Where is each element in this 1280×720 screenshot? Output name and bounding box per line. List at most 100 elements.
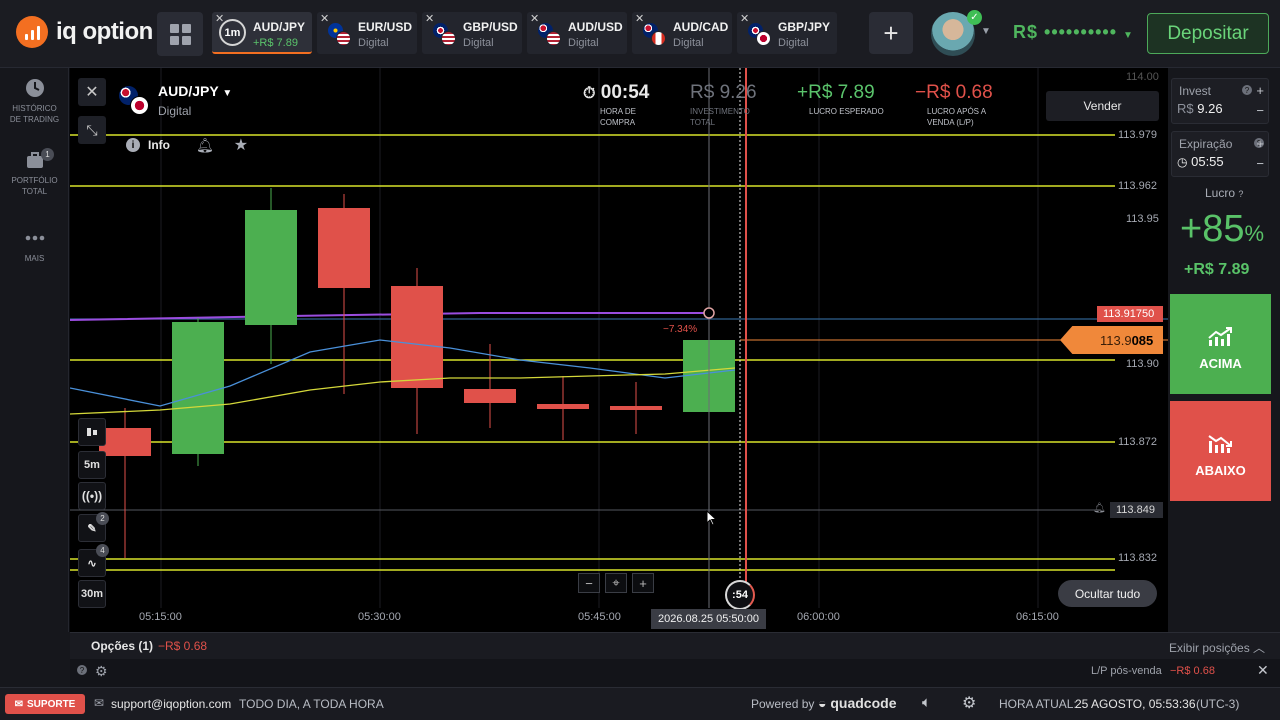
tab-gbp-usd[interactable]: ✕ GBP/USD Digital [422, 12, 522, 54]
current-time-label: HORA ATUAL: [999, 697, 1077, 711]
chevron-down-icon: ▼ [1123, 30, 1134, 41]
candle [245, 210, 297, 325]
asset-name[interactable]: AUD/JPY ▼ [158, 83, 232, 99]
powered-by-label: Powered by [751, 697, 815, 711]
hide-all-button[interactable]: Ocultar tudo [1058, 580, 1157, 607]
profit-label: Lucro ? [1205, 186, 1244, 200]
help-icon[interactable]: ? [77, 665, 87, 675]
trend-up-icon [1208, 327, 1232, 346]
star-icon[interactable]: ★ [234, 135, 248, 155]
put-button[interactable]: ABAIXO [1170, 401, 1271, 501]
signals-button[interactable]: ((•)) [78, 482, 106, 510]
tab-aud-jpy[interactable]: ✕ 1m AUD/JPY +R$ 7.89 [212, 12, 312, 54]
tab-name: GBP/USD [463, 20, 518, 34]
call-button[interactable]: ACIMA [1170, 294, 1271, 394]
tab-aud-cad[interactable]: ✕ AUD/CAD Digital [632, 12, 732, 54]
sound-icon[interactable]: 🔈︎ [922, 694, 931, 711]
profit-value: +R$ 7.89 [1184, 261, 1250, 278]
expiry-countdown: :54 [725, 580, 755, 610]
deposit-button[interactable]: Depositar [1147, 13, 1269, 54]
more-dots-icon [25, 235, 44, 241]
timezone: (UTC-3) [1196, 697, 1240, 711]
expiry-field[interactable]: Expiração ? ◷ 05:55 + − [1171, 131, 1269, 177]
invest-input[interactable]: R$ 9.26 [1177, 101, 1223, 116]
flag-icon [328, 23, 351, 46]
invest-label: Invest [1179, 84, 1212, 98]
tab-eur-usd[interactable]: ✕ EUR/USD Digital [317, 12, 417, 54]
top-bar: iq option ✕ 1m AUD/JPY +R$ 7.89 ✕ EUR/US… [0, 0, 1280, 68]
bell-icon[interactable]: 🔔︎ [196, 137, 214, 154]
invest-field[interactable]: Invest ? R$ 9.26 + − [1171, 78, 1269, 124]
candle-timeframe-button[interactable]: 5m [78, 451, 106, 479]
flag-icon [433, 23, 456, 46]
time-tick: 06:00:00 [797, 611, 840, 623]
increase-button[interactable]: + [1256, 83, 1264, 98]
sidebar-item-label: MAIS [24, 254, 45, 263]
chevron-down-icon[interactable]: ▼ [981, 26, 991, 37]
purchase-timer: ⏱ 00:54 HORA DE COMPRA [583, 82, 650, 127]
tab-name: GBP/JPY [778, 20, 831, 34]
logo[interactable]: iq option [16, 16, 153, 48]
options-label[interactable]: Opções (1) [91, 639, 153, 653]
tab-name: EUR/USD [358, 20, 413, 34]
sidebar-item-portfolio[interactable]: 1 PORTFÓLIO TOTAL [0, 148, 69, 197]
chat-icon: ✉ [14, 698, 24, 710]
balance[interactable]: R$ •••••••••• ▼ [1013, 22, 1134, 43]
clock-icon: ◷ [1177, 155, 1188, 169]
decrease-button[interactable]: − [1256, 103, 1264, 118]
collapse-icon[interactable]: ⤡ [78, 116, 106, 144]
tab-name: AUD/CAD [673, 20, 729, 34]
info-icon[interactable]: i [126, 138, 140, 152]
price-tick: 113.95 [1126, 213, 1159, 225]
recenter-button[interactable]: ⌖ [605, 573, 627, 593]
stopwatch-icon: ⏱ [583, 85, 596, 102]
clock-icon [25, 79, 44, 97]
time-tick: 05:15:00 [139, 611, 182, 623]
bell-icon[interactable]: 🔔︎ [1093, 503, 1106, 514]
alert-price-tag[interactable]: 113.849 [1110, 502, 1163, 518]
crosshair-icon: ⌖ [612, 575, 620, 590]
price-tick: 113.832 [1118, 552, 1157, 564]
support-button[interactable]: ✉ SUPORTE [5, 694, 85, 714]
sell-button[interactable]: Vender [1046, 91, 1159, 121]
trend-down-icon [1208, 435, 1232, 453]
flag-icon [119, 86, 151, 116]
info-button[interactable]: Info [148, 138, 170, 152]
current-price-tag: 113.9 085 [1060, 326, 1163, 354]
options-bar[interactable]: Opções (1) −R$ 0.68 Exibir posições ︿ [70, 632, 1280, 659]
gear-icon[interactable]: ⚙ [962, 693, 976, 713]
trade-change-label: −7.34% [663, 324, 697, 335]
chevron-up-icon: ︿ [1253, 641, 1266, 655]
sidebar-item-more[interactable]: MAIS [0, 228, 69, 264]
zoom-in-button[interactable]: + [632, 573, 654, 593]
expiry-label: Expiração [1179, 137, 1233, 151]
zoom-out-button[interactable]: − [578, 573, 600, 593]
tab-profit: +R$ 7.89 [253, 37, 298, 49]
flag-icon [748, 23, 771, 46]
support-email[interactable]: support@iqoption.com [111, 697, 231, 711]
gear-icon[interactable]: ⚙ [95, 663, 108, 680]
tab-name: AUD/JPY [253, 20, 306, 34]
verified-icon: ✓ [967, 10, 982, 25]
close-icon[interactable]: ✕ [78, 78, 106, 106]
time-tick: 05:45:00 [578, 611, 621, 623]
price-tick: 114.00 [1126, 71, 1159, 83]
expiry-input[interactable]: ◷ 05:55 [1177, 154, 1224, 169]
time-tick: 06:15:00 [1016, 611, 1059, 623]
tab-gbp-jpy[interactable]: ✕ GBP/JPY Digital [737, 12, 837, 54]
asset-grid-button[interactable] [157, 12, 203, 56]
chart-type-button[interactable] [78, 418, 106, 446]
tab-aud-usd[interactable]: ✕ AUD/USD Digital [527, 12, 627, 54]
add-asset-button[interactable]: + [869, 12, 913, 54]
close-icon[interactable]: ✕ [1257, 662, 1269, 679]
flag-icon [643, 23, 666, 46]
chart-timeframe-button[interactable]: 30m [78, 580, 106, 608]
show-positions-button[interactable]: Exibir posições ︿ [1169, 639, 1265, 656]
sidebar-item-history[interactable]: HISTÓRICO DE TRADING [0, 78, 69, 125]
support-hours: TODO DIA, A TODA HORA [239, 697, 384, 711]
decrease-button[interactable]: − [1256, 156, 1264, 171]
profit-percentage: +85% [1180, 208, 1265, 250]
help-icon[interactable]: ? [1242, 85, 1252, 95]
info-toolbar: i Info 🔔︎ ★ [120, 132, 258, 158]
increase-button[interactable]: + [1256, 136, 1264, 151]
